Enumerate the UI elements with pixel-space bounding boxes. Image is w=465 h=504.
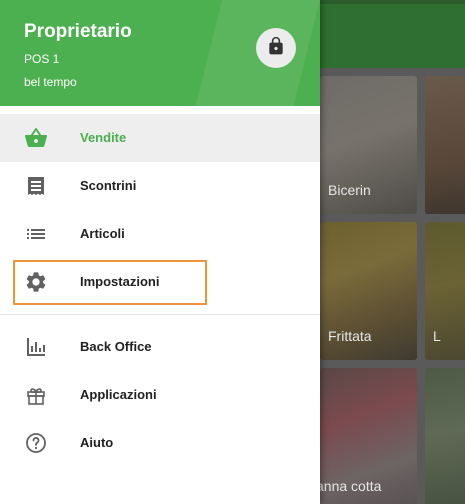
navigation-drawer: Proprietario POS 1 bel tempo Vendite Sco… — [0, 0, 320, 504]
lock-button[interactable] — [256, 28, 296, 68]
highlight-box — [13, 260, 207, 305]
menu-item-label: Vendite — [80, 130, 127, 145]
item-tile-label: Bicerin — [328, 182, 371, 198]
menu-item-articoli[interactable]: Articoli — [0, 210, 320, 258]
pos-name: POS 1 — [24, 52, 60, 66]
menu-divider — [0, 314, 320, 315]
store-name: bel tempo — [24, 75, 77, 89]
item-tile[interactable] — [425, 368, 465, 504]
item-tile[interactable]: Bicerin — [320, 76, 417, 214]
item-tile[interactable]: Frittata — [320, 222, 417, 360]
menu-item-label: Articoli — [80, 226, 125, 241]
lock-icon — [266, 36, 286, 61]
menu-item-applicazioni[interactable]: Applicazioni — [0, 371, 320, 419]
item-tile-label: Frittata — [328, 328, 372, 344]
menu-item-vendite[interactable]: Vendite — [0, 114, 320, 162]
basket-icon — [24, 126, 48, 150]
menu-item-aiuto[interactable]: Aiuto — [0, 419, 320, 467]
gift-icon — [24, 383, 48, 407]
item-tile[interactable]: L — [425, 222, 465, 360]
item-tile-label: L — [433, 328, 441, 344]
list-icon — [24, 222, 48, 246]
drawer-header: Proprietario POS 1 bel tempo — [0, 0, 320, 106]
menu-item-label: Back Office — [80, 339, 152, 354]
menu-item-scontrini[interactable]: Scontrini — [0, 162, 320, 210]
menu-item-back-office[interactable]: Back Office — [0, 323, 320, 371]
item-tile[interactable]: anna cotta — [320, 368, 417, 504]
owner-name: Proprietario — [24, 21, 132, 42]
menu-item-label: Applicazioni — [80, 387, 157, 402]
item-tile[interactable] — [425, 76, 465, 214]
receipt-icon — [24, 174, 48, 198]
menu-item-label: Aiuto — [80, 435, 114, 450]
item-tile-label: anna cotta — [320, 478, 382, 494]
bar-chart-icon — [24, 335, 48, 359]
help-icon — [24, 431, 48, 455]
menu-item-label: Scontrini — [80, 178, 137, 193]
